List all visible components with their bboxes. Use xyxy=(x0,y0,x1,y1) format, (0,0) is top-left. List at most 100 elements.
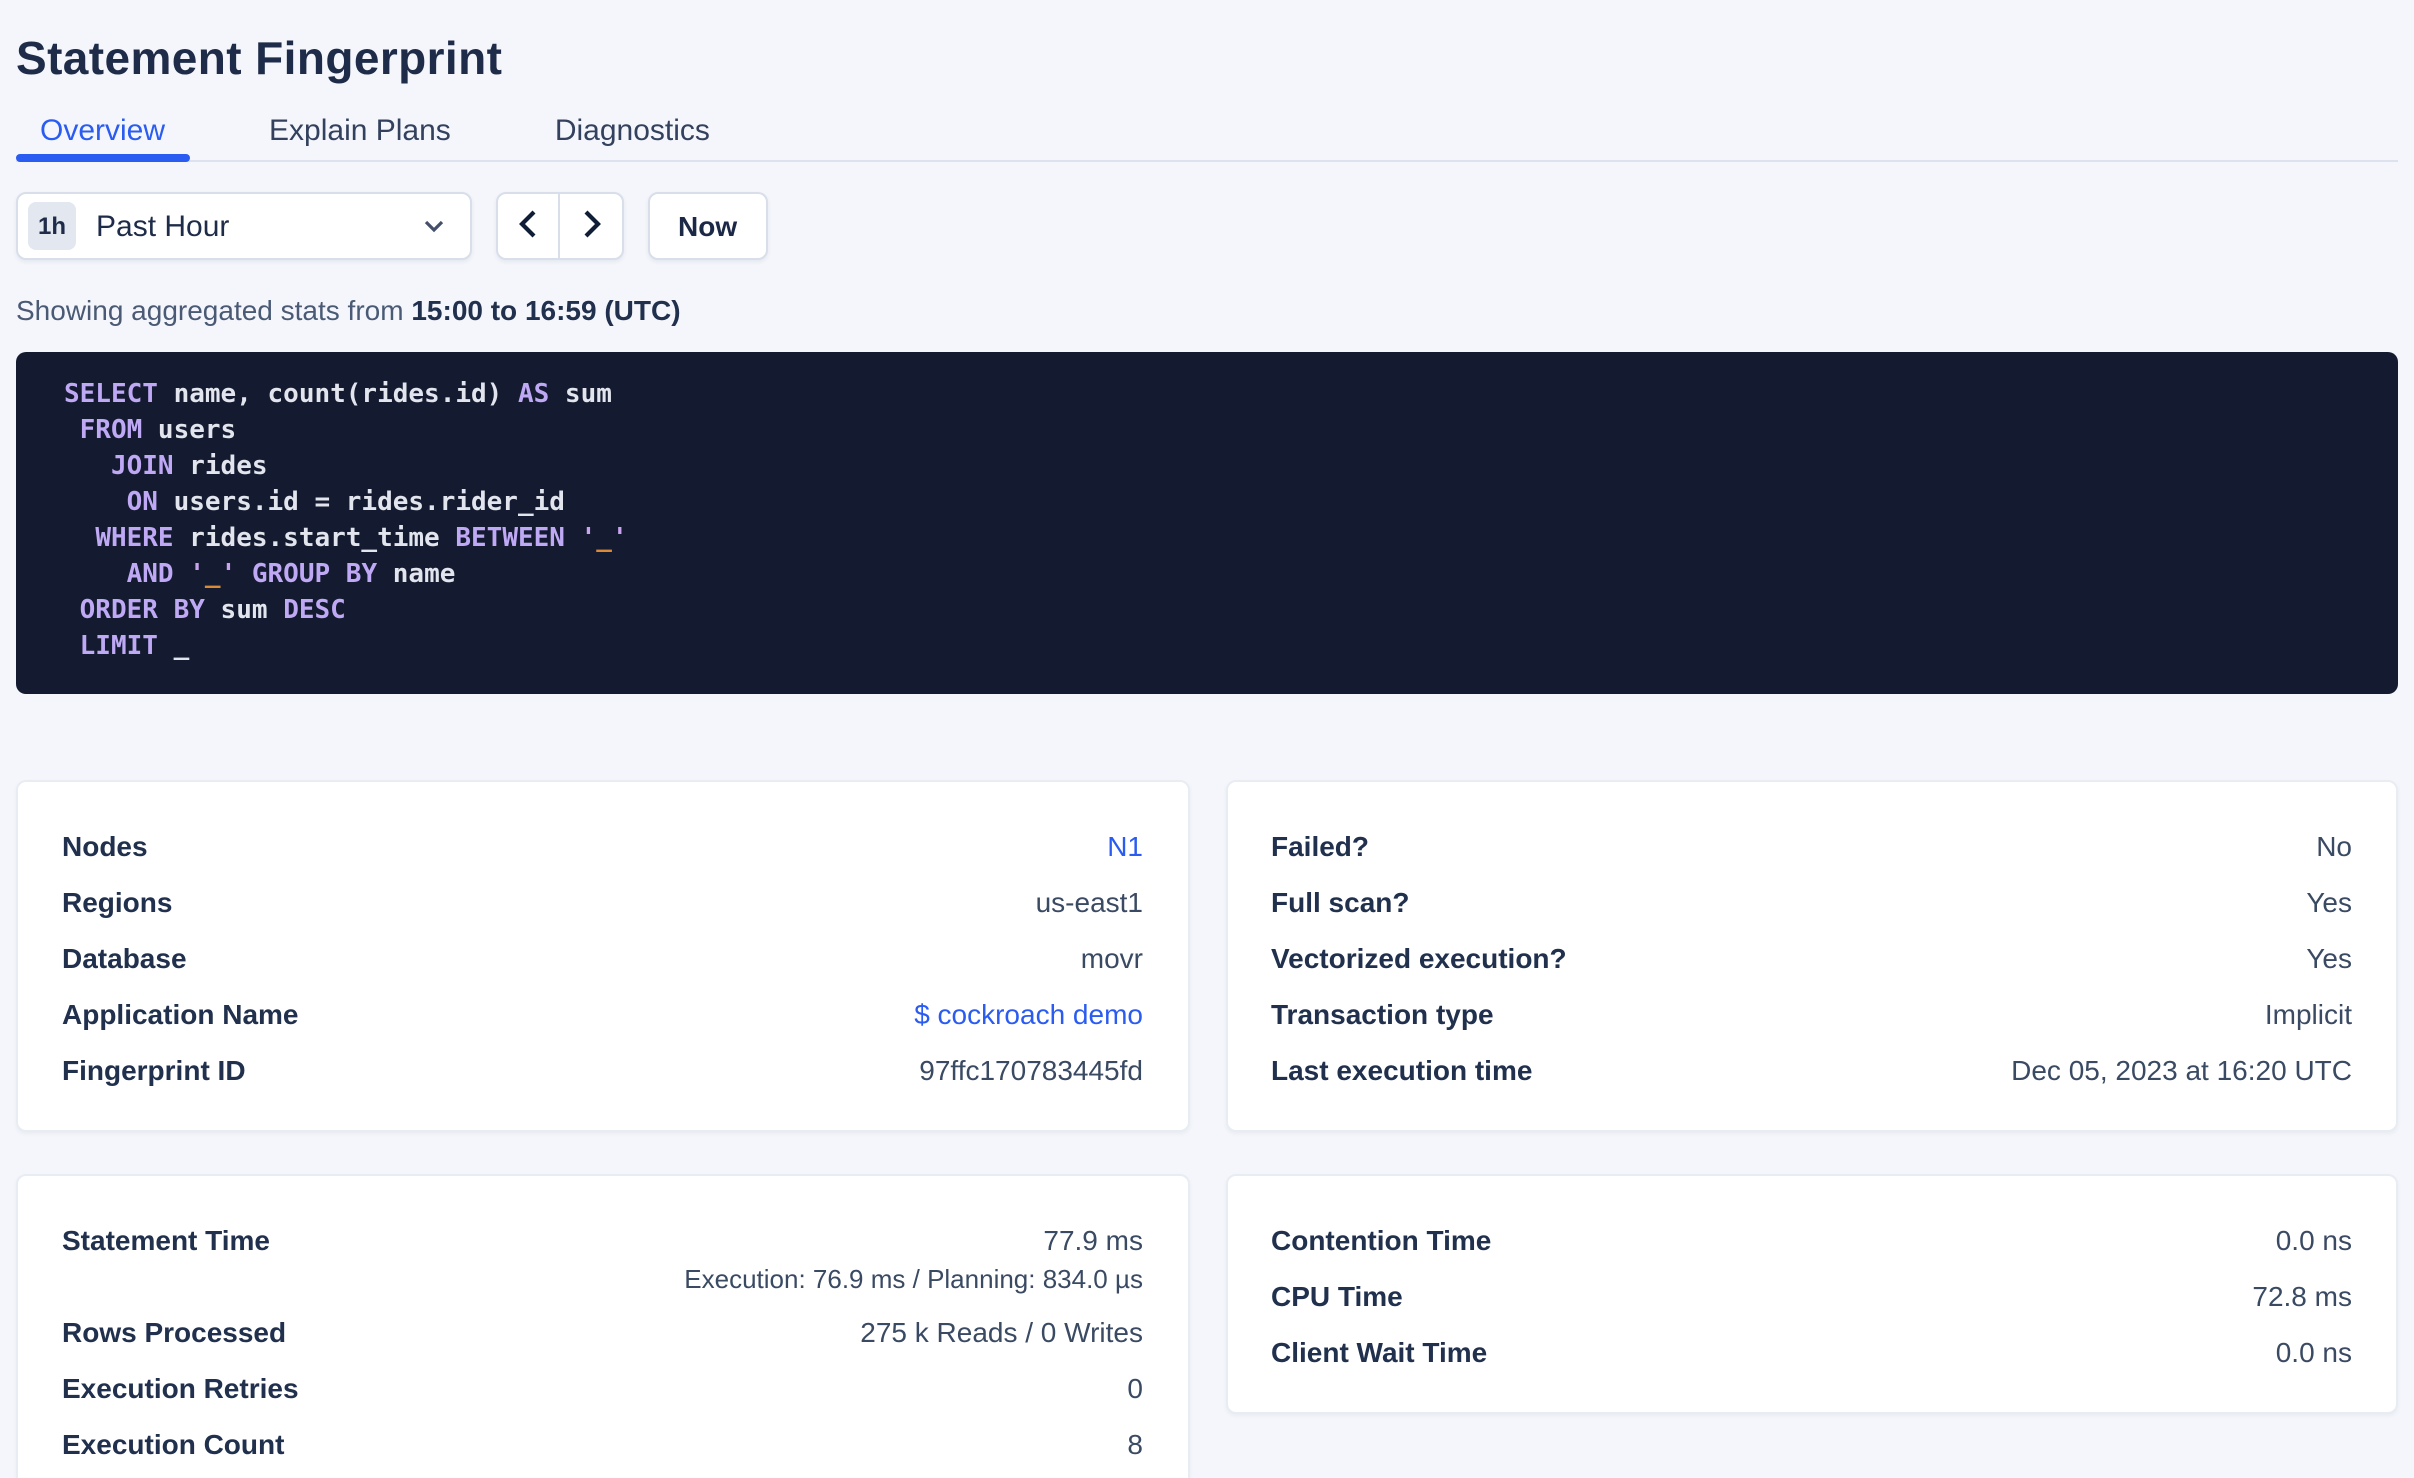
statement-fingerprint-page: Statement Fingerprint Overview Explain Pl… xyxy=(0,0,2414,1478)
info-row: Fingerprint ID 97ffc170783445fd xyxy=(62,1054,1143,1090)
info-row: Rows Processed 275 k Reads / 0 Writes xyxy=(62,1316,1143,1352)
time-controls: 1h Past Hour Now xyxy=(16,192,2398,260)
stats-caption-prefix: Showing aggregated stats from xyxy=(16,294,412,326)
info-value-link[interactable]: $ cockroach demo xyxy=(914,998,1143,1030)
info-value-block: Yes xyxy=(2306,942,2352,978)
sql-token-pl: _ xyxy=(157,632,190,662)
tab-overview[interactable]: Overview xyxy=(16,86,189,162)
sql-token-ph: _ xyxy=(204,560,221,590)
info-row: Regions us-east1 xyxy=(62,886,1143,922)
info-row: Full scan? Yes xyxy=(1271,886,2352,922)
info-label: Failed? xyxy=(1271,830,1370,862)
sql-token-pl xyxy=(174,560,190,590)
info-value: 8 xyxy=(1127,1428,1143,1460)
stats-caption-range: 15:00 to 16:59 (UTC) xyxy=(411,294,681,326)
info-value-block: 0.0 ns xyxy=(2276,1224,2352,1260)
info-value: us-east1 xyxy=(1035,886,1143,918)
info-row: Failed? No xyxy=(1271,830,2352,866)
info-row: Contention Time 0.0 ns xyxy=(1271,1224,2352,1260)
sql-token-pl xyxy=(565,524,581,554)
info-row: Last execution time Dec 05, 2023 at 16:20… xyxy=(1271,1054,2352,1090)
chevron-left-icon xyxy=(518,207,538,245)
sql-token-kw: FROM xyxy=(79,416,143,446)
info-label: Client Wait Time xyxy=(1271,1336,1488,1368)
info-row: Transaction type Implicit xyxy=(1271,998,2352,1034)
sql-token-pl xyxy=(64,416,80,446)
info-value: 77.9 ms xyxy=(1043,1224,1143,1256)
info-value: No xyxy=(2316,830,2352,862)
sql-token-pl: name, count(rides.id) xyxy=(157,380,518,410)
sql-token-kw: BETWEEN xyxy=(455,524,565,554)
info-label: Rows Processed xyxy=(62,1316,287,1348)
info-row: Execution Count 8 xyxy=(62,1428,1143,1464)
sql-token-pl: users xyxy=(142,416,237,446)
sql-token-q: ' xyxy=(189,560,205,590)
info-row: Vectorized execution? Yes xyxy=(1271,942,2352,978)
info-row: Client Wait Time 0.0 ns xyxy=(1271,1336,2352,1372)
info-label: Regions xyxy=(62,886,173,918)
sql-line: WHERE rides.start_time BETWEEN '_' xyxy=(64,522,2350,558)
info-value-block: 77.9 ms Execution: 76.9 ms / Planning: 83… xyxy=(684,1224,1143,1296)
sql-line: LIMIT _ xyxy=(64,630,2350,666)
sql-token-pl xyxy=(64,632,80,662)
info-value-block: us-east1 xyxy=(1036,886,1143,922)
info-value-block: Dec 05, 2023 at 16:20 UTC xyxy=(2011,1054,2352,1090)
sql-line: AND '_' GROUP BY name xyxy=(64,558,2350,594)
sql-token-kw: WHERE xyxy=(95,524,174,554)
info-value: Dec 05, 2023 at 16:20 UTC xyxy=(2011,1054,2352,1086)
sql-fingerprint-box: SELECT name, count(rides.id) AS sum FROM… xyxy=(16,352,2398,694)
sql-token-q: ' xyxy=(611,524,628,554)
sql-token-pl: name xyxy=(377,560,456,590)
info-value: movr xyxy=(1080,942,1143,974)
sql-token-kw: LIMIT xyxy=(79,632,158,662)
sql-token-pl xyxy=(236,560,252,590)
info-label: Vectorized execution? xyxy=(1271,942,1567,974)
sql-token-kw: DESC xyxy=(283,596,346,626)
info-value: Yes xyxy=(2306,886,2352,918)
chevron-right-icon xyxy=(581,207,601,245)
info-value-link[interactable]: N1 xyxy=(1107,830,1143,862)
sql-token-pl: users.id = rides.rider_id xyxy=(157,488,565,518)
sql-line: JOIN rides xyxy=(64,450,2350,486)
time-step-button-group xyxy=(496,192,624,260)
tab-bar: Overview Explain Plans Diagnostics xyxy=(16,86,2398,162)
card-overview-details-right: Failed? No Full scan? Yes Vectorized executi… xyxy=(1225,780,2398,1132)
previous-time-interval-button[interactable] xyxy=(498,194,560,258)
sql-token-pl xyxy=(64,452,111,482)
sql-token-ph: _ xyxy=(596,524,612,554)
info-row: Nodes N1 xyxy=(62,830,1143,866)
info-row: Application Name $ cockroach demo xyxy=(62,998,1143,1034)
tab-explain-plans[interactable]: Explain Plans xyxy=(245,86,475,160)
info-row: Database movr xyxy=(62,942,1143,978)
next-time-interval-button[interactable] xyxy=(560,194,622,258)
sql-token-kw: SELECT xyxy=(64,380,158,410)
card-timing-stats: Contention Time 0.0 ns CPU Time 72.8 ms Clie… xyxy=(1225,1174,2398,1414)
info-value-block: 97ffc170783445fd xyxy=(919,1054,1143,1090)
card-overview-details-left: Nodes N1 Regions us-east1 Database movr Applic… xyxy=(16,780,1189,1132)
sql-token-kw: ORDER BY xyxy=(79,596,205,626)
info-value-sub: Execution: 76.9 ms / Planning: 834.0 µs xyxy=(684,1264,1143,1294)
tab-diagnostics[interactable]: Diagnostics xyxy=(531,86,734,160)
info-label: Statement Time xyxy=(62,1224,270,1256)
time-range-label: Past Hour xyxy=(96,209,230,243)
time-range-badge: 1h xyxy=(28,202,76,250)
now-button[interactable]: Now xyxy=(648,192,768,260)
sql-token-pl: sum xyxy=(204,596,284,626)
sql-token-kw: AS xyxy=(517,380,550,410)
info-value: 0.0 ns xyxy=(2275,1224,2352,1256)
info-value: 97ffc170783445fd xyxy=(919,1054,1143,1086)
info-label: Contention Time xyxy=(1271,1224,1492,1256)
time-range-dropdown[interactable]: 1h Past Hour xyxy=(16,192,472,260)
info-value: Yes xyxy=(2306,942,2352,974)
info-label: Database xyxy=(62,942,187,974)
sql-line: SELECT name, count(rides.id) AS sum xyxy=(64,378,2350,414)
info-value-block: Implicit xyxy=(2265,998,2352,1034)
info-label: Application Name xyxy=(62,998,299,1030)
info-value-block: N1 xyxy=(1107,830,1143,866)
chevron-down-icon xyxy=(422,218,446,234)
info-value: 0.0 ns xyxy=(2275,1336,2352,1368)
info-label: Nodes xyxy=(62,830,148,862)
sql-token-pl: sum xyxy=(549,380,612,410)
info-label: Execution Retries xyxy=(62,1372,299,1404)
sql-token-pl xyxy=(64,488,127,518)
